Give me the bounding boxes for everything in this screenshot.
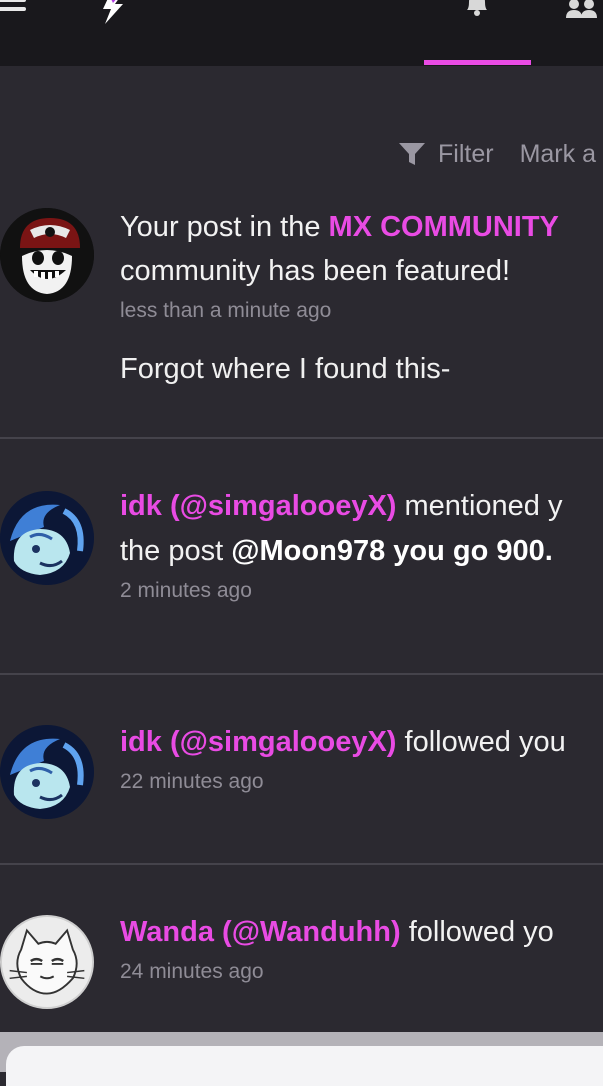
divider bbox=[0, 673, 603, 675]
avatar[interactable] bbox=[0, 725, 94, 819]
user-link[interactable]: Wanda (@Wanduhh) bbox=[120, 916, 401, 948]
notification-prefix: Your post in the bbox=[120, 211, 329, 243]
post-excerpt[interactable]: Forgot where I found this- bbox=[120, 353, 450, 386]
avatar[interactable] bbox=[0, 491, 94, 585]
skull-avatar-image bbox=[0, 208, 94, 302]
notification-action: mentioned y bbox=[396, 490, 563, 522]
bell-icon[interactable] bbox=[462, 0, 492, 18]
top-bar bbox=[0, 0, 603, 66]
notification-time: 24 minutes ago bbox=[120, 960, 264, 983]
user-link[interactable]: idk (@simgalooeyX) bbox=[120, 726, 396, 758]
cat-avatar-image bbox=[2, 917, 92, 1007]
community-link[interactable]: MX COMMUNITY bbox=[329, 211, 559, 243]
filter-button[interactable]: Filter bbox=[398, 140, 494, 169]
notification-item[interactable]: idk (@simgalooeyX) followed you 22 minut… bbox=[0, 714, 603, 844]
avatar[interactable] bbox=[0, 208, 94, 302]
notification-time: 22 minutes ago bbox=[120, 770, 264, 793]
bottom-sheet[interactable] bbox=[6, 1046, 603, 1086]
notification-text: Wanda (@Wanduhh) followed yo bbox=[120, 910, 603, 954]
notification-item[interactable]: Wanda (@Wanduhh) followed yo 24 minutes … bbox=[0, 904, 603, 1024]
notification-item[interactable]: Your post in the MX COMMUNITY community … bbox=[0, 200, 603, 430]
hamburger-icon[interactable] bbox=[0, 0, 26, 16]
notification-action: followed yo bbox=[400, 916, 554, 948]
divider bbox=[0, 863, 603, 865]
user-link[interactable]: idk (@simgalooeyX) bbox=[120, 490, 396, 522]
people-icon[interactable] bbox=[564, 0, 603, 20]
filter-label: Filter bbox=[438, 139, 494, 168]
lightning-bolt-icon[interactable] bbox=[96, 0, 130, 28]
mark-all-read-button[interactable]: Mark a bbox=[520, 140, 596, 169]
notification-text-line-2: community has been featured! bbox=[120, 255, 511, 287]
dragon-avatar-image bbox=[0, 491, 94, 585]
notification-text: idk (@simgalooeyX) mentioned y bbox=[120, 484, 603, 528]
notification-text-line-2: the post @Moon978 you go 900. bbox=[120, 529, 603, 573]
avatar[interactable] bbox=[0, 915, 94, 1009]
bottom-sheet-backdrop bbox=[0, 1032, 603, 1086]
dragon-avatar-image bbox=[0, 725, 94, 819]
active-tab-indicator bbox=[424, 60, 531, 65]
notification-action: followed you bbox=[396, 726, 566, 758]
notification-text: Your post in the MX COMMUNITY bbox=[120, 205, 603, 249]
filter-icon bbox=[399, 143, 425, 165]
notifications-toolbar: Filter Mark a bbox=[398, 136, 596, 172]
notification-time: 2 minutes ago bbox=[120, 579, 252, 602]
notification-time: less than a minute ago bbox=[120, 299, 332, 322]
notification-text: idk (@simgalooeyX) followed you bbox=[120, 720, 603, 764]
post-title-link[interactable]: @Moon978 you go 900. bbox=[231, 535, 553, 567]
post-prefix: the post bbox=[120, 535, 232, 567]
notification-item[interactable]: idk (@simgalooeyX) mentioned y the post … bbox=[0, 478, 603, 648]
divider bbox=[0, 437, 603, 439]
